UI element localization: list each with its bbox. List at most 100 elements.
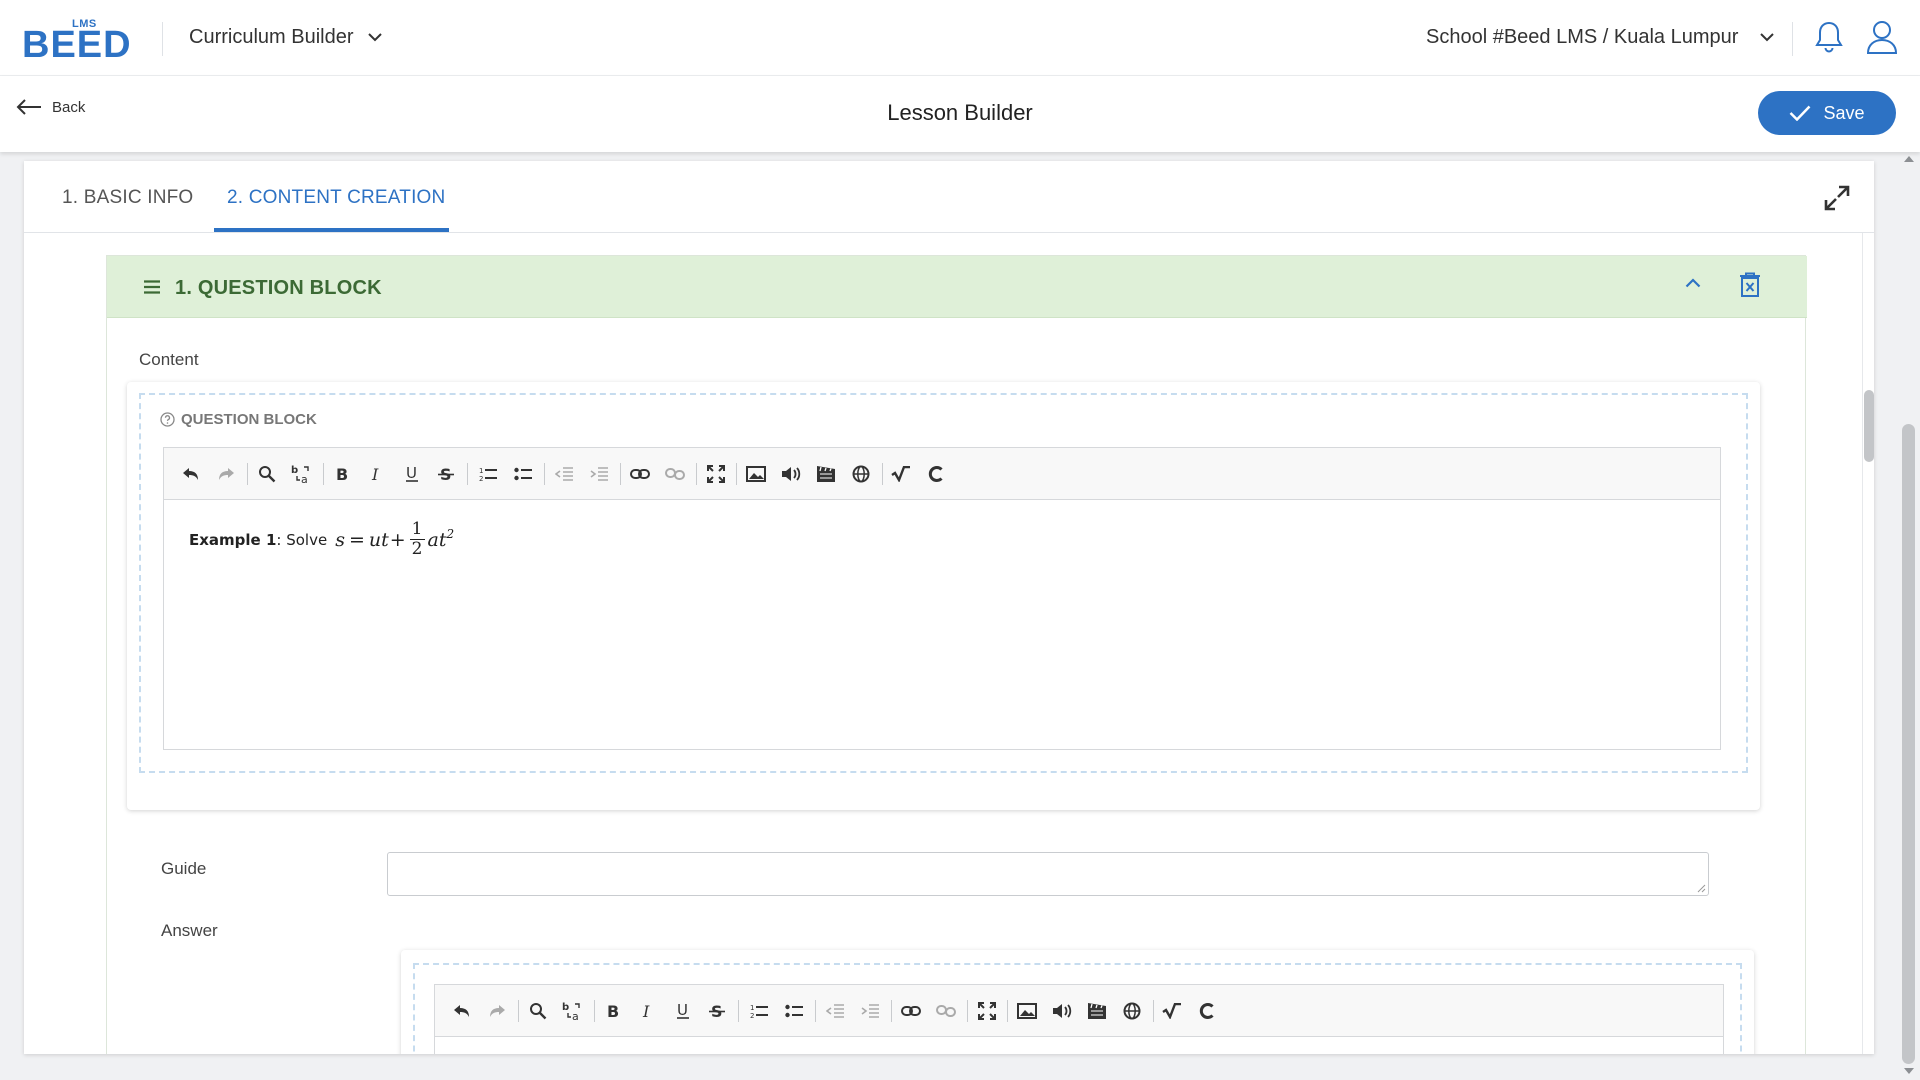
svg-text:I: I	[371, 466, 379, 482]
underline-button[interactable]: U	[400, 462, 424, 486]
save-label: Save	[1823, 102, 1865, 123]
indent-icon	[861, 1004, 879, 1018]
page-scrollbar[interactable]	[1898, 152, 1920, 1080]
link-icon	[901, 1006, 921, 1016]
answer-rich-text-editor[interactable]: ba B I U S 12	[434, 984, 1724, 1054]
embed-globe-icon	[1123, 1002, 1141, 1020]
toolbar-separator	[815, 1000, 816, 1022]
content-scrollbar[interactable]	[1862, 233, 1874, 1054]
answer-editor-card: ba B I U S 12	[401, 950, 1754, 1054]
guide-textarea[interactable]	[387, 852, 1709, 896]
find-button[interactable]	[255, 462, 279, 486]
scroll-down-arrow[interactable]	[1904, 1068, 1914, 1074]
user-menu-button[interactable]	[1866, 19, 1898, 60]
numbered-list-button[interactable]: 12	[747, 999, 771, 1023]
save-button[interactable]: Save	[1758, 91, 1896, 135]
tab-basic-info[interactable]: 1. BASIC INFO	[62, 187, 193, 209]
italic-button[interactable]: I	[365, 462, 389, 486]
expand-button[interactable]	[1824, 185, 1850, 216]
scrollbar-thumb[interactable]	[1864, 390, 1874, 462]
redo-button[interactable]	[485, 999, 509, 1023]
undo-button[interactable]	[450, 999, 474, 1023]
redo-icon	[490, 1005, 505, 1017]
outdent-button[interactable]	[552, 462, 576, 486]
undo-icon	[454, 1005, 469, 1017]
toolbar-separator	[1153, 1000, 1154, 1022]
find-button[interactable]	[526, 999, 550, 1023]
embed-button[interactable]	[849, 462, 873, 486]
chemistry-icon	[928, 466, 943, 482]
scroll-up-arrow[interactable]	[1904, 156, 1914, 162]
link-button[interactable]	[899, 999, 923, 1023]
strikethrough-button[interactable]: S	[434, 462, 458, 486]
unlink-button[interactable]	[934, 999, 958, 1023]
video-button[interactable]	[814, 462, 838, 486]
beed-logo[interactable]: LMS BEED	[22, 18, 131, 64]
content-rich-text-editor[interactable]: ba B I U S 12 Example 1: Solve s = ut +…	[163, 447, 1721, 750]
toolbar-separator	[882, 463, 883, 485]
svg-text:B: B	[336, 466, 348, 482]
formula-fraction: 1 2	[409, 519, 425, 559]
math-formula[interactable]: s = ut + 1 2 at 2	[335, 520, 454, 559]
indent-button[interactable]	[858, 999, 882, 1023]
strikethrough-button[interactable]: S	[705, 999, 729, 1023]
chemistry-button[interactable]	[924, 462, 948, 486]
svg-text:2: 2	[750, 1012, 754, 1019]
page-scrollbar-thumb[interactable]	[1902, 424, 1915, 1064]
tab-content-creation[interactable]: 2. CONTENT CREATION	[227, 187, 445, 209]
bold-button[interactable]: B	[330, 462, 354, 486]
audio-button[interactable]	[1050, 999, 1074, 1023]
fraction-numerator: 1	[409, 519, 425, 540]
formula-at: at	[427, 528, 447, 551]
chevron-up-icon[interactable]	[1685, 278, 1701, 288]
notifications-button[interactable]	[1814, 20, 1844, 59]
strikethrough-icon: S	[438, 466, 454, 482]
embed-button[interactable]	[1120, 999, 1144, 1023]
formula-plus: +	[389, 528, 406, 551]
module-selector[interactable]: Curriculum Builder	[189, 26, 382, 49]
bullet-list-button[interactable]	[782, 999, 806, 1023]
numbered-list-button[interactable]: 12	[476, 462, 500, 486]
outdent-button[interactable]	[823, 999, 847, 1023]
page-title: Lesson Builder	[887, 100, 1033, 125]
video-icon	[817, 466, 835, 482]
chemistry-button[interactable]	[1195, 999, 1219, 1023]
bullet-list-button[interactable]	[511, 462, 535, 486]
italic-button[interactable]: I	[636, 999, 660, 1023]
replace-icon: ba	[291, 465, 309, 484]
content-editor-card: QUESTION BLOCK ba B I U S 12 Example 1:…	[127, 382, 1760, 810]
svg-text:b: b	[562, 1002, 569, 1013]
math-formula-button[interactable]	[889, 462, 913, 486]
image-icon	[1017, 1003, 1037, 1019]
bold-button[interactable]: B	[601, 999, 625, 1023]
image-button[interactable]	[744, 462, 768, 486]
drag-handle-icon[interactable]	[144, 280, 160, 294]
help-circle-icon	[160, 412, 175, 427]
fullscreen-button[interactable]	[704, 462, 728, 486]
replace-button[interactable]: ba	[561, 999, 585, 1023]
video-button[interactable]	[1085, 999, 1109, 1023]
math-formula-button[interactable]	[1160, 999, 1184, 1023]
svg-text:U: U	[677, 1002, 688, 1019]
indent-button[interactable]	[587, 462, 611, 486]
replace-icon: ba	[562, 1002, 580, 1021]
tab-bar: 1. BASIC INFO 2. CONTENT CREATION	[24, 161, 1874, 233]
fullscreen-button[interactable]	[975, 999, 999, 1023]
undo-button[interactable]	[179, 462, 203, 486]
link-button[interactable]	[628, 462, 652, 486]
underline-button[interactable]: U	[671, 999, 695, 1023]
toolbar-separator	[518, 1000, 519, 1022]
page-toolbar: Back Lesson Builder Save	[0, 76, 1920, 152]
content-label: Content	[139, 350, 199, 369]
redo-button[interactable]	[214, 462, 238, 486]
school-selector[interactable]: School #Beed LMS / Kuala Lumpur	[1426, 26, 1775, 49]
toolbar-separator	[594, 1000, 595, 1022]
unlink-button[interactable]	[663, 462, 687, 486]
delete-block-icon[interactable]	[1739, 272, 1761, 298]
active-tab-indicator	[214, 228, 449, 232]
image-button[interactable]	[1015, 999, 1039, 1023]
resize-grip-icon[interactable]	[1697, 884, 1706, 893]
audio-button[interactable]	[779, 462, 803, 486]
editor-content[interactable]: Example 1 : Solve s = ut + 1 2 at 2	[189, 520, 454, 559]
replace-button[interactable]: ba	[290, 462, 314, 486]
